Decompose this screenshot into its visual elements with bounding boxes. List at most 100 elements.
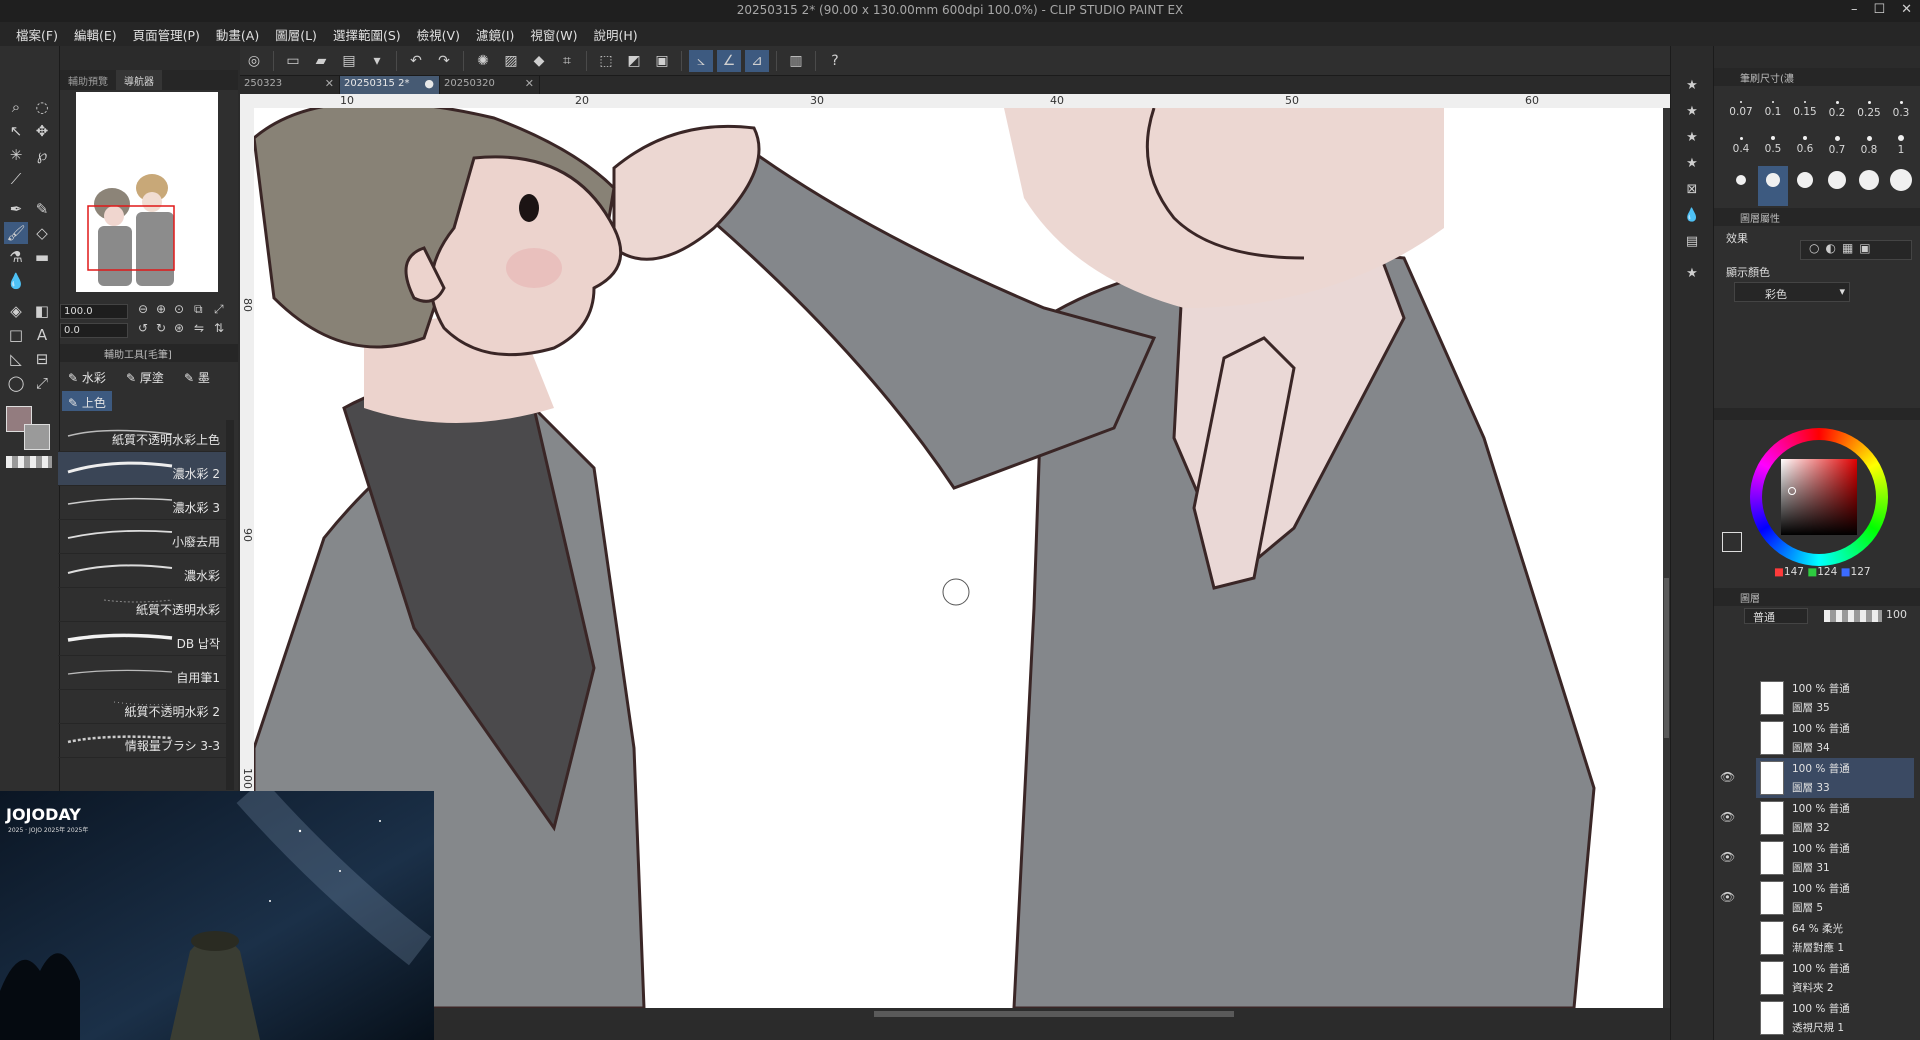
- brush-size-option[interactable]: 0.25: [1854, 90, 1884, 130]
- snap-ruler-icon[interactable]: ⦣: [689, 49, 713, 72]
- brush-item[interactable]: 濃水彩 2: [58, 452, 226, 486]
- invert-selection-icon[interactable]: ◩: [622, 50, 646, 72]
- history-icon[interactable]: ▤: [1681, 232, 1703, 252]
- material-icon[interactable]: ★: [1681, 102, 1703, 122]
- zoom-out-icon[interactable]: ⊖: [138, 302, 148, 316]
- scroll-thumb[interactable]: [874, 1011, 1234, 1017]
- figure-icon[interactable]: □: [4, 324, 28, 346]
- settings-icon[interactable]: ▥: [784, 50, 808, 72]
- rotation-field[interactable]: 0.0: [60, 323, 128, 338]
- drawing-canvas[interactable]: [254, 108, 1663, 1008]
- zoom-icon[interactable]: ⌕: [4, 96, 28, 118]
- sub-tool-scrollbar[interactable]: [226, 420, 234, 790]
- menu-page[interactable]: 頁面管理(P): [125, 25, 208, 44]
- brush-size-option[interactable]: 0.07: [1726, 90, 1756, 130]
- brush-size-option[interactable]: 0.6: [1790, 126, 1820, 166]
- frame-icon[interactable]: ◺: [4, 348, 28, 370]
- document-tab[interactable]: 250323 ✕: [240, 76, 340, 94]
- deselect-icon[interactable]: ⬚: [594, 50, 618, 72]
- menu-file[interactable]: 檔案(F): [8, 25, 66, 44]
- balloon-icon[interactable]: ◯: [4, 372, 28, 394]
- brush-item[interactable]: 紙質不透明水彩 2: [58, 690, 226, 724]
- document-tab-active[interactable]: 20250315 2* ●: [340, 76, 440, 94]
- brush-size-option[interactable]: 0.7: [1822, 126, 1852, 166]
- show-selection-icon[interactable]: ▣: [650, 50, 674, 72]
- brush-size-option[interactable]: 1: [1886, 126, 1916, 166]
- material-icon[interactable]: ★: [1681, 154, 1703, 174]
- eraser-icon[interactable]: ◇: [30, 222, 54, 244]
- fullscreen-icon[interactable]: ⤢: [214, 302, 224, 317]
- redo-icon[interactable]: ↷: [432, 50, 456, 72]
- help-icon[interactable]: ?: [823, 50, 847, 72]
- line-correction-icon[interactable]: ⤢: [30, 372, 54, 394]
- scroll-thumb[interactable]: [1664, 578, 1669, 738]
- layer-row[interactable]: 100 % 普通 圖層 33: [1756, 758, 1914, 798]
- close-icon[interactable]: ✕: [325, 77, 334, 90]
- pencil-icon[interactable]: ✎: [30, 198, 54, 220]
- fill-bucket-icon[interactable]: ◈: [4, 300, 28, 322]
- menu-animation[interactable]: 動畫(A): [208, 25, 267, 44]
- brush-size-option[interactable]: 0.1: [1758, 90, 1788, 130]
- color-mixing-icon[interactable]: 💧: [1681, 206, 1703, 226]
- color-picker-handle[interactable]: [1788, 487, 1796, 495]
- undo-icon[interactable]: ↶: [404, 50, 428, 72]
- brush-size-option[interactable]: [1854, 166, 1884, 206]
- layer-row[interactable]: 100 % 普通 圖層 32: [1756, 798, 1914, 838]
- zoom-field[interactable]: 100.0: [60, 304, 128, 319]
- menu-help[interactable]: 說明(H): [586, 25, 646, 44]
- menu-window[interactable]: 視窗(W): [522, 25, 585, 44]
- transparent-color-swatch[interactable]: [6, 456, 52, 468]
- brush-item[interactable]: 濃水彩 3: [58, 486, 226, 520]
- move-icon[interactable]: ✥: [30, 120, 54, 142]
- brush-size-option[interactable]: [1886, 166, 1916, 206]
- layer-row[interactable]: 100 % 普通 圖層 35: [1756, 678, 1914, 718]
- lasso-icon[interactable]: ℘: [30, 144, 54, 166]
- brush-icon[interactable]: 🖌: [4, 222, 28, 244]
- snap-grid-icon[interactable]: ⊿: [745, 49, 769, 72]
- decoration-icon[interactable]: ▬: [30, 246, 54, 268]
- transform-icon[interactable]: ⌗: [555, 50, 579, 72]
- brush-item[interactable]: 紙質不透明水彩上色: [58, 418, 226, 452]
- rotate-right-icon[interactable]: ↻: [156, 321, 166, 335]
- brush-item[interactable]: 濃水彩: [58, 554, 226, 588]
- layer-row[interactable]: 100 % 普通 資料夾 2: [1756, 958, 1914, 998]
- airbrush-icon[interactable]: ⚗: [4, 246, 28, 268]
- sub-tool-group-thick-paint[interactable]: ✎ 厚塗: [120, 366, 170, 388]
- close-icon[interactable]: ✕: [525, 77, 534, 90]
- brush-size-option[interactable]: 0.8: [1854, 126, 1884, 166]
- chevron-down-icon[interactable]: ▾: [365, 50, 389, 72]
- close-icon[interactable]: ●: [424, 77, 434, 90]
- effect-buttons[interactable]: ○◐▦▣: [1800, 240, 1912, 260]
- brush-size-option[interactable]: [1726, 166, 1756, 206]
- visibility-eye-icon[interactable]: 👁: [1720, 770, 1735, 784]
- material-icon[interactable]: ★: [1681, 128, 1703, 148]
- material-icon[interactable]: ★: [1681, 76, 1703, 96]
- visibility-eye-icon[interactable]: 👁: [1720, 810, 1735, 824]
- display-color-select[interactable]: 彩色 ▾: [1734, 282, 1850, 302]
- document-tab[interactable]: 20250320 ✕: [440, 76, 540, 94]
- menu-view[interactable]: 檢視(V): [409, 25, 468, 44]
- minimize-icon[interactable]: –: [1851, 2, 1858, 17]
- brush-item[interactable]: DB 납작: [58, 622, 226, 656]
- actual-size-icon[interactable]: ⊙: [174, 302, 184, 316]
- brush-size-option[interactable]: 0.5: [1758, 126, 1788, 166]
- blend-icon[interactable]: 💧: [4, 270, 28, 292]
- visibility-eye-icon[interactable]: 👁: [1720, 890, 1735, 904]
- brush-size-option[interactable]: 0.2: [1822, 90, 1852, 130]
- clip-studio-icon[interactable]: ◎: [242, 50, 266, 72]
- brush-item[interactable]: 情報量ブラシ 3-3: [58, 724, 226, 758]
- brush-size-option[interactable]: [1822, 166, 1852, 206]
- object-icon[interactable]: ↖: [4, 120, 28, 142]
- zoom-in-icon[interactable]: ⊕: [156, 302, 166, 316]
- maximize-icon[interactable]: ☐: [1873, 2, 1885, 17]
- menu-layer[interactable]: 圖層(L): [267, 25, 325, 44]
- layer-row[interactable]: 100 % 普通 透視尺規 1: [1756, 998, 1914, 1038]
- loading-icon[interactable]: ✺: [471, 50, 495, 72]
- clear-icon[interactable]: ▨: [499, 50, 523, 72]
- brush-item[interactable]: 自用筆1: [58, 656, 226, 690]
- text-icon[interactable]: A: [30, 324, 54, 346]
- layer-row[interactable]: 100 % 普通 圖層 31: [1756, 838, 1914, 878]
- brush-size-option[interactable]: [1758, 166, 1788, 206]
- selection-icon[interactable]: ◌: [30, 96, 54, 118]
- flip-vertical-icon[interactable]: ⇅: [214, 321, 224, 335]
